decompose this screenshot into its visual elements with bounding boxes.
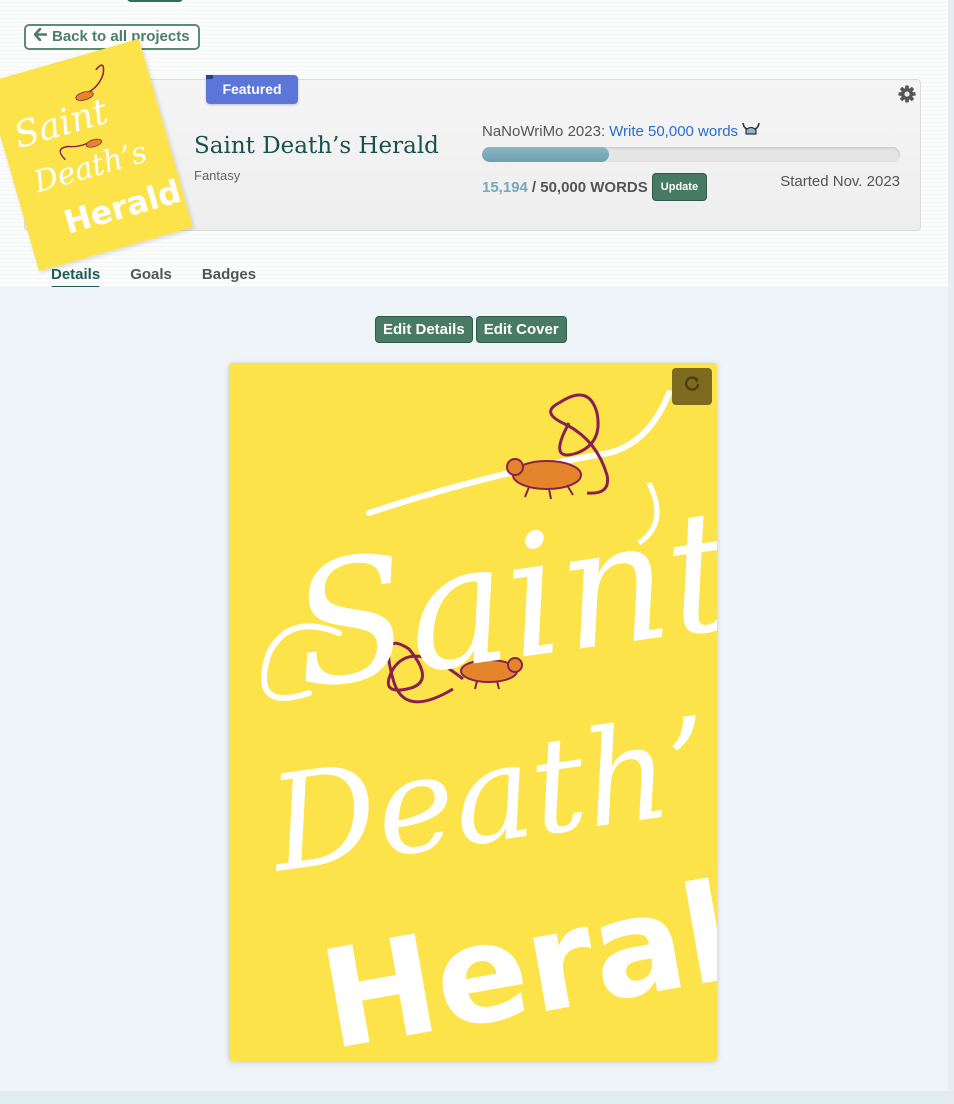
refresh-cover-button[interactable] xyxy=(672,368,712,405)
project-cover-image: Saint Death’s Herald xyxy=(229,363,717,1061)
target-word-count: / 50,000 WORDS xyxy=(531,178,648,196)
goal-description: NaNoWriMo 2023: Write 50,000 words xyxy=(482,121,760,141)
project-title[interactable]: Saint Death’s Herald xyxy=(194,133,439,159)
edit-cover-button[interactable]: Edit Cover xyxy=(475,316,567,343)
word-count: 15,194 / 50,000 WORDS Update xyxy=(482,173,708,201)
edit-details-button[interactable]: Edit Details xyxy=(375,316,473,343)
top-nav-tab-indicator xyxy=(127,0,183,2)
cover-actions: Edit Details Edit Cover xyxy=(375,316,567,343)
page-bottom-edge xyxy=(0,1091,954,1104)
goal-progress-bar xyxy=(482,147,900,162)
page: Back to all projects Featured Saint Deat… xyxy=(0,0,948,1091)
viking-helmet-icon xyxy=(742,121,760,141)
gear-icon[interactable] xyxy=(897,84,917,104)
project-genre: Fantasy xyxy=(194,168,241,183)
current-word-count: 15,194 xyxy=(482,178,528,196)
arrow-left-icon xyxy=(33,26,48,48)
goal-link[interactable]: Write 50,000 words xyxy=(609,123,738,140)
goal-progress-fill xyxy=(482,147,610,162)
refresh-icon xyxy=(683,375,701,398)
update-button[interactable]: Update xyxy=(651,173,708,201)
featured-badge: Featured xyxy=(206,75,298,104)
started-date: Started Nov. 2023 xyxy=(780,173,900,190)
goal-event-prefix: NaNoWriMo 2023: xyxy=(482,122,606,140)
